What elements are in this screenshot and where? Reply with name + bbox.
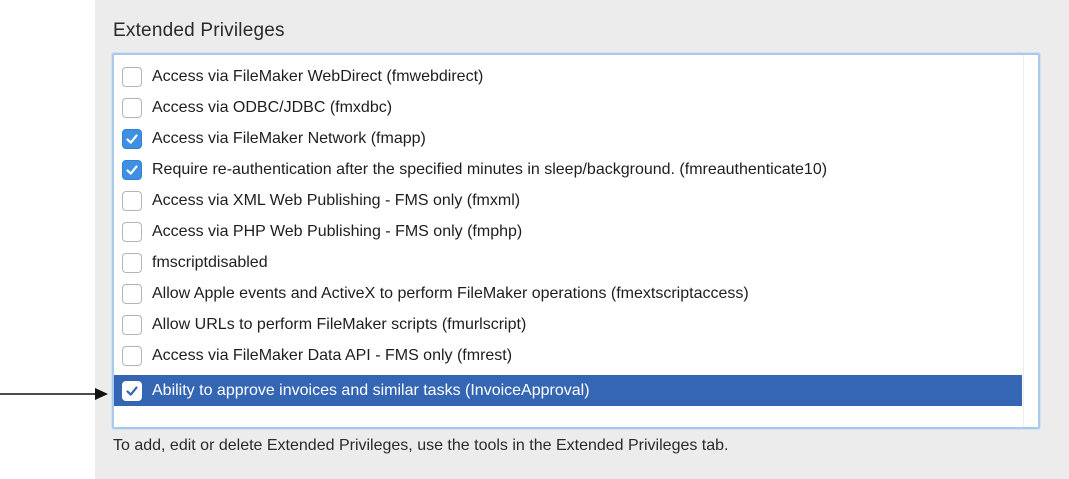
privilege-checkbox[interactable] <box>122 97 142 118</box>
privilege-row[interactable]: Access via FileMaker Network (fmapp) <box>114 123 1022 154</box>
checkmark-icon <box>126 133 138 144</box>
window: Extended Privileges Access via FileMaker… <box>0 0 1069 479</box>
privilege-checkbox[interactable] <box>122 252 142 273</box>
privilege-label: Allow URLs to perform FileMaker scripts … <box>152 315 527 333</box>
privilege-checkbox[interactable] <box>122 345 142 366</box>
privilege-label: Require re-authentication after the spec… <box>152 160 828 178</box>
extended-privileges-list[interactable]: Access via FileMaker WebDirect (fmwebdir… <box>112 53 1040 429</box>
privilege-label: Access via FileMaker Data API - FMS only… <box>152 346 513 364</box>
scrollbar-track[interactable] <box>1023 55 1038 427</box>
privilege-row[interactable]: fmscriptdisabled <box>114 247 1022 278</box>
privilege-checkbox[interactable] <box>122 190 142 211</box>
help-text: To add, edit or delete Extended Privileg… <box>113 437 729 454</box>
checkmark-icon <box>126 164 138 175</box>
privilege-checkbox[interactable] <box>122 314 142 335</box>
privilege-label: Access via FileMaker Network (fmapp) <box>152 129 426 147</box>
privilege-checkbox[interactable] <box>122 380 142 401</box>
privilege-row[interactable]: Require re-authentication after the spec… <box>114 154 1022 185</box>
arrow-right-icon <box>0 388 108 400</box>
privilege-row[interactable]: Access via FileMaker WebDirect (fmwebdir… <box>114 61 1022 92</box>
privilege-row[interactable]: Ability to approve invoices and similar … <box>114 375 1022 406</box>
privilege-label: Ability to approve invoices and similar … <box>152 381 590 399</box>
privilege-row[interactable]: Access via XML Web Publishing - FMS only… <box>114 185 1022 216</box>
privilege-checkbox[interactable] <box>122 283 142 304</box>
privilege-label: Access via ODBC/JDBC (fmxdbc) <box>152 98 393 116</box>
privilege-row[interactable]: Access via FileMaker Data API - FMS only… <box>114 340 1022 371</box>
privilege-checkbox[interactable] <box>122 159 142 180</box>
privilege-checkbox[interactable] <box>122 221 142 242</box>
privilege-label: fmscriptdisabled <box>152 253 268 271</box>
privilege-checkbox[interactable] <box>122 128 142 149</box>
checkmark-icon <box>126 385 138 396</box>
privilege-checkbox[interactable] <box>122 66 142 87</box>
privilege-row[interactable]: Access via ODBC/JDBC (fmxdbc) <box>114 92 1022 123</box>
privilege-label: Allow Apple events and ActiveX to perfor… <box>152 284 749 302</box>
privilege-row[interactable]: Access via PHP Web Publishing - FMS only… <box>114 216 1022 247</box>
privilege-row[interactable]: Allow URLs to perform FileMaker scripts … <box>114 309 1022 340</box>
privilege-label: Access via XML Web Publishing - FMS only… <box>152 191 521 209</box>
privilege-label: Access via PHP Web Publishing - FMS only… <box>152 222 523 240</box>
privilege-label: Access via FileMaker WebDirect (fmwebdir… <box>152 67 484 85</box>
privilege-row[interactable]: Allow Apple events and ActiveX to perfor… <box>114 278 1022 309</box>
section-title: Extended Privileges <box>113 20 285 41</box>
